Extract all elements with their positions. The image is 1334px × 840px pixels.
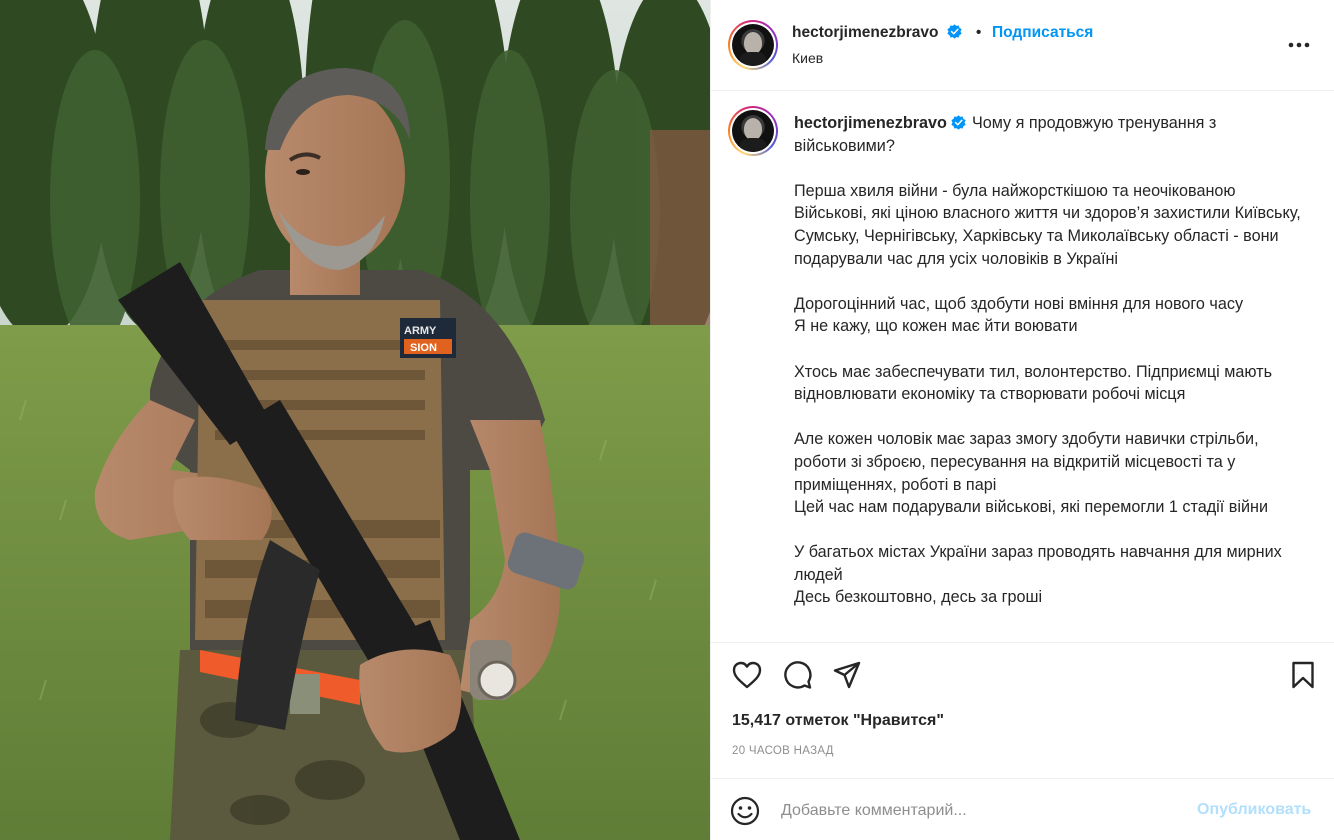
- caption-verified-badge-icon: [951, 115, 966, 130]
- share-icon: [833, 661, 861, 689]
- caption-username[interactable]: hectorjimenezbravo: [794, 114, 947, 132]
- patch-text-bottom: SION: [410, 342, 437, 354]
- comment-button[interactable]: [781, 659, 813, 691]
- post-photo[interactable]: ARMY SION: [0, 0, 710, 840]
- post-header: hectorjimenezbravo • Подписаться Киев: [711, 0, 1334, 91]
- comment-input[interactable]: [781, 799, 1181, 823]
- post-side-panel: hectorjimenezbravo • Подписаться Киев he…: [710, 0, 1334, 840]
- more-horizontal-icon: [1288, 42, 1310, 48]
- verified-badge-icon: [947, 24, 962, 39]
- like-button[interactable]: [731, 659, 763, 691]
- author-avatar[interactable]: [728, 20, 778, 70]
- instagram-post: ARMY SION hectorjimenezbravo • Подписать…: [0, 0, 1334, 840]
- share-button[interactable]: [831, 659, 863, 691]
- author-username[interactable]: hectorjimenezbravo: [792, 24, 938, 41]
- follow-button[interactable]: Подписаться: [992, 24, 1093, 42]
- caption-author-avatar[interactable]: [728, 106, 778, 156]
- caption-text: Чому я продовжую тренування з військовим…: [794, 114, 1301, 607]
- bookmark-icon: [1292, 661, 1314, 689]
- patch-text-top: ARMY: [404, 325, 437, 337]
- post-location[interactable]: Киев: [792, 50, 823, 66]
- emoji-icon: [730, 796, 760, 826]
- heart-icon: [732, 661, 762, 689]
- post-caption: hectorjimenezbravo Чому я продовжую трену…: [711, 91, 1334, 642]
- comment-bar: Опубликовать: [711, 778, 1334, 840]
- likes-count[interactable]: 15,417 отметок "Нравится": [732, 712, 944, 730]
- post-comment-button[interactable]: Опубликовать: [1197, 801, 1311, 819]
- post-timestamp[interactable]: 20 ЧАСОВ НАЗАД: [732, 745, 834, 757]
- photo-soldier-with-rifle: ARMY SION: [0, 0, 710, 840]
- comment-icon: [784, 661, 812, 689]
- header-separator: •: [976, 24, 982, 41]
- save-button[interactable]: [1287, 659, 1319, 691]
- author-username-link[interactable]: hectorjimenezbravo: [792, 24, 962, 42]
- more-options-button[interactable]: [1287, 30, 1311, 60]
- caption-body: hectorjimenezbravo Чому я продовжую трену…: [794, 112, 1304, 609]
- emoji-button[interactable]: [730, 796, 760, 826]
